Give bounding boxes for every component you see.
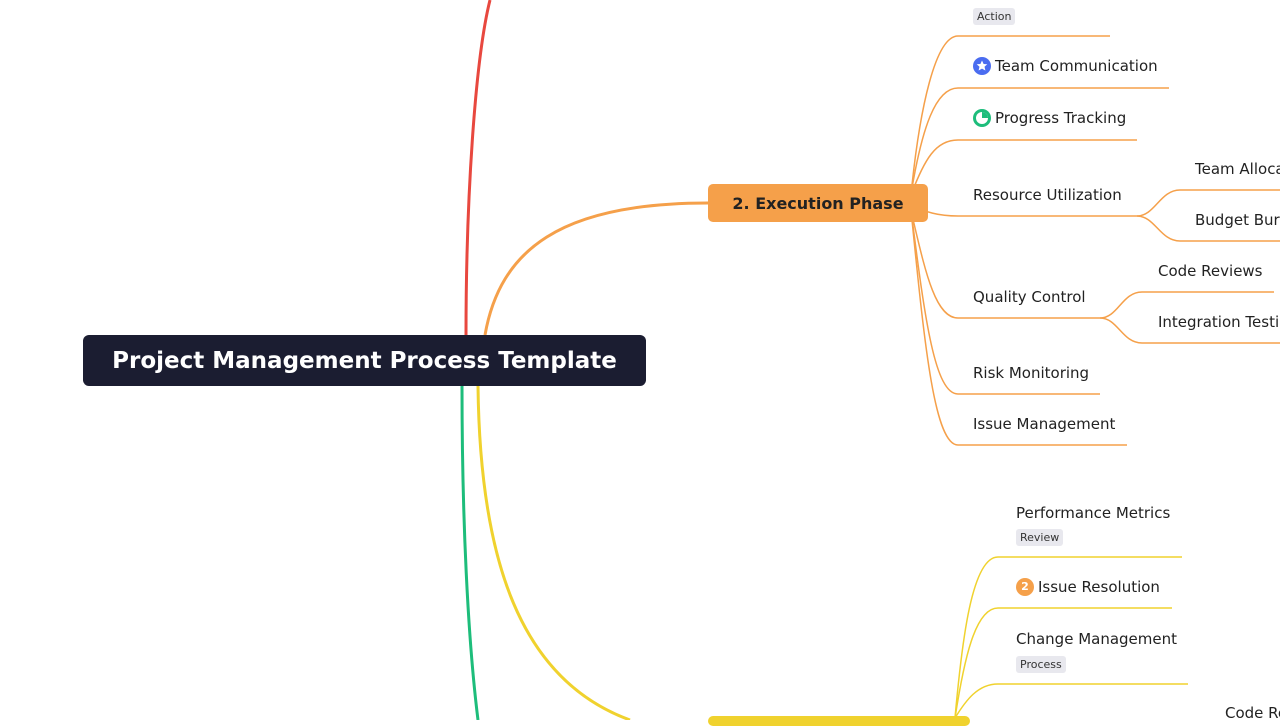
root-topic[interactable]: Project Management Process Template xyxy=(83,335,646,386)
monitoring-phase-node[interactable] xyxy=(708,716,970,726)
priority-2-icon: 2 xyxy=(1016,578,1034,596)
star-badge-icon xyxy=(973,57,991,75)
execution-phase-label: 2. Execution Phase xyxy=(732,193,904,213)
issue-resolution-label: Issue Resolution xyxy=(1038,578,1160,596)
branch-orange xyxy=(483,201,709,336)
link-team-communication xyxy=(911,87,1169,189)
team-communication-label: Team Communication xyxy=(995,57,1158,75)
performance-metrics-label: Performance Metrics xyxy=(1016,504,1171,522)
node-quality-control[interactable]: Quality Control xyxy=(973,288,1086,306)
issue-management-label: Issue Management xyxy=(973,415,1116,433)
action-tag: Action xyxy=(973,8,1016,25)
node-integration-testing[interactable]: Integration Testi xyxy=(1158,313,1279,331)
node-issue-management[interactable]: Issue Management xyxy=(973,415,1115,433)
link-progress-tracking xyxy=(911,139,1137,193)
risk-monitoring-label: Risk Monitoring xyxy=(973,364,1090,382)
node-issue-resolution[interactable]: 2 Issue Resolution xyxy=(1016,578,1160,596)
branch-yellow xyxy=(476,385,631,720)
code-reviews-label: Code Reviews xyxy=(1158,262,1263,280)
link-issue-management xyxy=(911,219,1127,446)
node-performance-metrics[interactable]: Performance Metrics xyxy=(1016,504,1170,522)
node-budget-burn[interactable]: Budget Bur xyxy=(1195,211,1280,229)
node-resource-utilization[interactable]: Resource Utilization xyxy=(973,186,1122,204)
quality-control-label: Quality Control xyxy=(973,288,1086,306)
node-progress-tracking[interactable]: Progress Tracking xyxy=(973,109,1126,127)
priority-number: 2 xyxy=(1021,580,1029,593)
branch-red xyxy=(464,0,492,336)
link-resource-utilization xyxy=(911,204,1137,217)
node-team-communication[interactable]: Team Communication xyxy=(973,57,1158,75)
root-title: Project Management Process Template xyxy=(112,347,617,374)
integration-testing-label: Integration Testi xyxy=(1158,313,1280,331)
budget-burn-label: Budget Bur xyxy=(1195,211,1280,229)
node-code-reviews[interactable]: Code Reviews xyxy=(1158,262,1263,280)
branch-green xyxy=(460,385,480,720)
node-team-allocation[interactable]: Team Alloca xyxy=(1195,160,1280,178)
progress-tracking-label: Progress Tracking xyxy=(995,109,1127,127)
process-tag: Process xyxy=(1016,656,1066,673)
node-code-reviews-cut[interactable]: Code Re xyxy=(1225,704,1280,722)
review-tag: Review xyxy=(1016,529,1064,546)
link-change-management xyxy=(954,683,1188,719)
pie-progress-icon xyxy=(973,109,991,127)
node-risk-monitoring[interactable]: Risk Monitoring xyxy=(973,364,1089,382)
resource-utilization-label: Resource Utilization xyxy=(973,186,1122,204)
team-allocation-label: Team Alloca xyxy=(1195,160,1280,178)
node-change-management[interactable]: Change Management xyxy=(1016,630,1177,648)
code-reviews-cut-label: Code Re xyxy=(1225,704,1280,722)
change-management-label: Change Management xyxy=(1016,630,1178,648)
execution-phase-node[interactable]: 2. Execution Phase xyxy=(708,184,928,222)
